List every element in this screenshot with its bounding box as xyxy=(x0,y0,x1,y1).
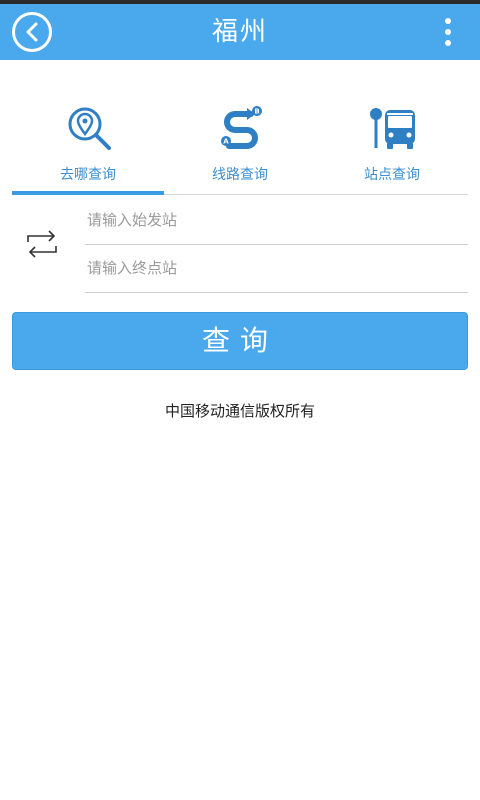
tab-route-search[interactable]: B A 线路查询 xyxy=(164,96,316,196)
copyright-text: 中国移动通信版权所有 xyxy=(164,402,315,420)
back-button[interactable] xyxy=(12,12,52,52)
swap-stations-button[interactable] xyxy=(24,228,60,260)
tab-selected-indicator xyxy=(12,191,164,195)
tab-bar: 去哪查询 B A 线路查询 站点查询 xyxy=(12,96,468,196)
tab-label: 站点查询 xyxy=(364,167,420,183)
route-icon: B A xyxy=(221,106,262,149)
svg-text:A: A xyxy=(223,138,229,146)
query-button[interactable]: 查询 xyxy=(12,312,468,370)
swap-icon xyxy=(27,230,57,258)
tab-destination-search[interactable]: 去哪查询 xyxy=(12,96,164,196)
app-bar: 福州 xyxy=(0,4,480,60)
start-station-input[interactable] xyxy=(85,197,468,243)
location-search-icon xyxy=(68,107,111,150)
start-station-row xyxy=(85,197,468,245)
tab-label: 去哪查询 xyxy=(60,167,116,183)
tab-label: 线路查询 xyxy=(212,167,268,183)
back-icon xyxy=(26,22,38,42)
tab-station-search[interactable]: 站点查询 xyxy=(316,96,468,196)
end-station-input[interactable] xyxy=(85,245,468,291)
page-title: 福州 xyxy=(211,17,268,47)
end-station-row xyxy=(85,245,468,293)
bus-stop-icon xyxy=(370,108,415,149)
svg-text:B: B xyxy=(254,108,259,116)
more-options-button[interactable] xyxy=(436,16,460,48)
more-icon xyxy=(445,18,451,24)
